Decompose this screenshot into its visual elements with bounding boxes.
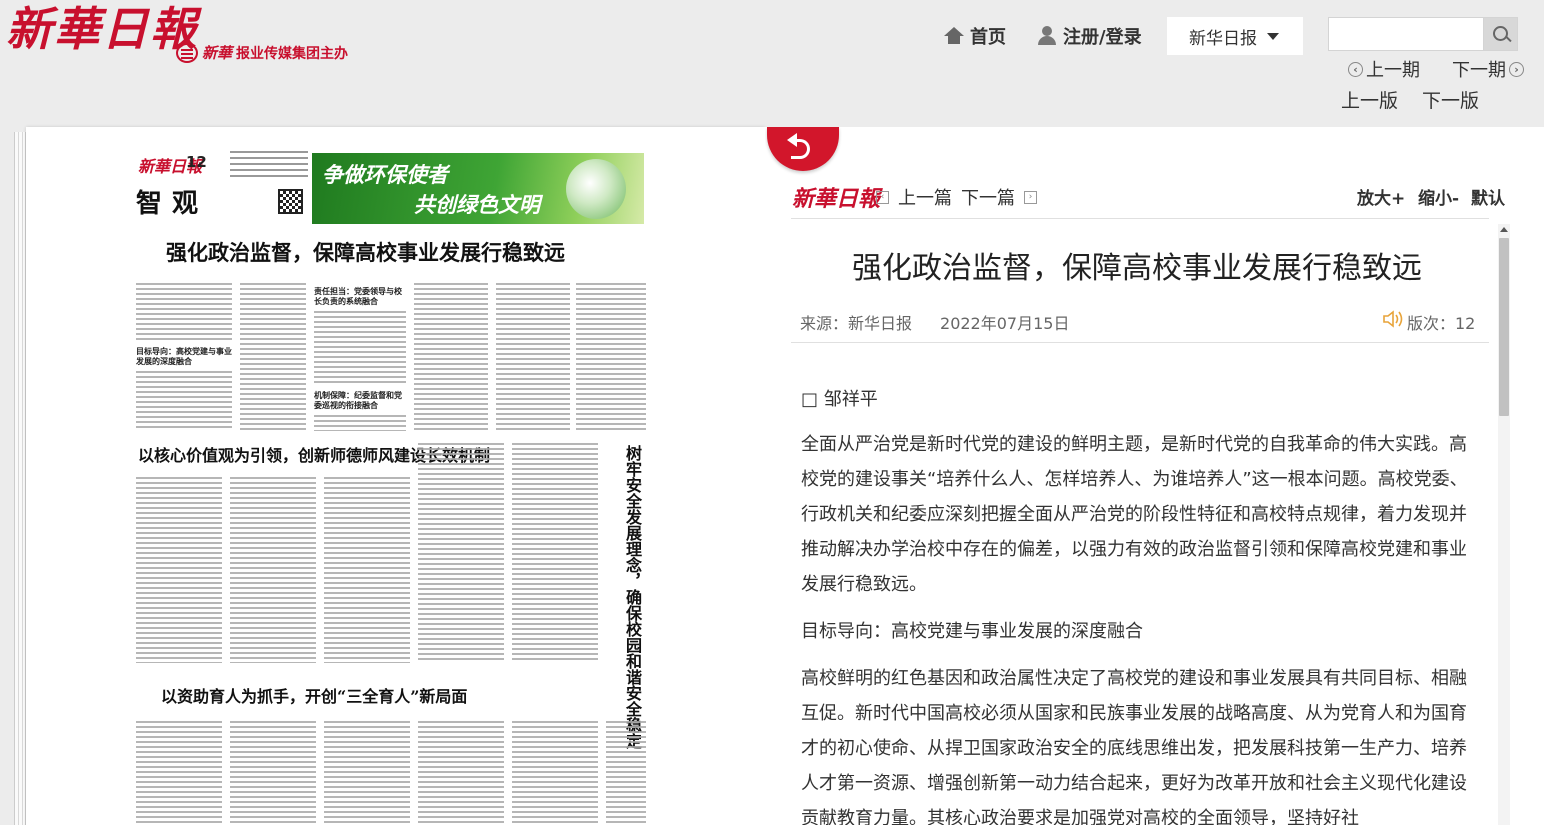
prev-issue-label: 上一期 bbox=[1366, 60, 1420, 81]
next-page-link[interactable]: 下一版 bbox=[1422, 86, 1479, 113]
text-column bbox=[314, 415, 406, 431]
nav-login-label: 注册/登录 bbox=[1063, 27, 1142, 48]
square-arrow-left-icon: ‹ bbox=[876, 190, 889, 204]
text-column bbox=[136, 283, 232, 343]
prev-issue-link[interactable]: ‹ 上一期 bbox=[1348, 56, 1420, 82]
zoom-default-button[interactable]: 默认 bbox=[1471, 184, 1505, 209]
banner-line-1: 争做环保使者 bbox=[322, 163, 448, 187]
nav-home-label: 首页 bbox=[970, 27, 1006, 48]
newspaper-page-image[interactable]: 新華日報 12 智观 争做环保使者 共创绿色文明 强化政治监督，保障高校事业发展… bbox=[26, 127, 765, 825]
group-tagline: 新華 报业传媒集团主办 bbox=[176, 42, 348, 63]
back-arrow-icon[interactable] bbox=[767, 127, 839, 171]
text-column bbox=[576, 283, 646, 431]
search-icon[interactable] bbox=[1483, 17, 1518, 51]
text-column bbox=[240, 283, 306, 431]
article-meta: 来源：新华日报 2022年07月15日 bbox=[800, 310, 1069, 334]
text-column bbox=[324, 477, 410, 663]
article-author: □ 邹祥平 bbox=[801, 389, 878, 410]
divider bbox=[791, 218, 1489, 219]
newspaper-select[interactable]: 新华日报 bbox=[1167, 17, 1303, 55]
prev-article-link[interactable]: 上一篇 bbox=[898, 184, 952, 210]
newspaper-select-value: 新华日报 bbox=[1189, 28, 1257, 49]
paper-page-number: 12 bbox=[186, 153, 207, 171]
qr-code-icon bbox=[278, 189, 303, 214]
speaker-icon[interactable] bbox=[1382, 310, 1404, 328]
chevron-down-icon bbox=[1267, 32, 1279, 40]
scrollbar-thumb[interactable] bbox=[1499, 238, 1509, 416]
article-pager: ‹ 上一篇 下一篇 › bbox=[876, 184, 1037, 210]
paper-subhead-3: 机制保障：纪委监督和党委巡视的衔接融合 bbox=[314, 391, 402, 410]
article-subheading: 目标导向：高校党建与事业发展的深度融合 bbox=[801, 621, 1143, 642]
article-body: □ 邹祥平 全面从严治党是新时代党的建设的鲜明主题，是新时代党的自我革命的伟大实… bbox=[801, 382, 1476, 825]
article-page-number: 版次：12 bbox=[1407, 314, 1476, 333]
zoom-out-button[interactable]: 缩小- bbox=[1418, 184, 1459, 209]
next-issue-link[interactable]: 下一期 › bbox=[1452, 56, 1524, 82]
paper-headline-vertical[interactable]: 树牢安全发展理念，确保校园和谐安全稳定 bbox=[622, 445, 642, 749]
text-column bbox=[414, 283, 488, 431]
globe-icon bbox=[566, 159, 626, 219]
circle-arrow-left-icon: ‹ bbox=[1348, 61, 1363, 77]
article-paragraph: 全面从严治党是新时代党的建设的鲜明主题，是新时代党的自我革命的伟大实践。高校党的… bbox=[801, 434, 1468, 595]
paper-headline-3[interactable]: 以资助育人为抓手，开创“三全育人”新局面 bbox=[161, 683, 467, 707]
article-source: 来源：新华日报 bbox=[800, 314, 913, 333]
paper-meta-lines bbox=[230, 151, 308, 181]
paper-headline-main[interactable]: 强化政治监督，保障高校事业发展行稳致远 bbox=[166, 237, 565, 267]
text-column bbox=[314, 311, 406, 383]
text-column bbox=[324, 721, 410, 825]
article-panel: 新華日報 ‹ 上一篇 下一篇 › 放大+ 缩小- 默认 强化政治监督，保障高校事… bbox=[765, 127, 1544, 825]
home-icon bbox=[944, 27, 964, 45]
nav-home[interactable]: 首页 bbox=[944, 22, 1006, 50]
group-brand: 新華 bbox=[202, 44, 233, 62]
text-column bbox=[230, 721, 316, 825]
zoom-in-button[interactable]: 放大+ bbox=[1357, 184, 1405, 209]
site-logo[interactable]: 新華日報 bbox=[6, 4, 198, 54]
next-article-link[interactable]: 下一篇 bbox=[961, 184, 1015, 210]
nav-login[interactable]: 注册/登录 bbox=[1037, 22, 1142, 50]
text-column bbox=[136, 477, 222, 663]
scroll-up-arrow-icon[interactable] bbox=[1498, 224, 1510, 236]
article-logo: 新華日報 bbox=[792, 186, 881, 212]
square-arrow-right-icon: › bbox=[1024, 190, 1037, 204]
text-column bbox=[496, 283, 570, 431]
next-issue-label: 下一期 bbox=[1452, 60, 1506, 81]
text-column bbox=[418, 721, 504, 825]
search-box bbox=[1328, 17, 1518, 51]
circle-arrow-right-icon: › bbox=[1509, 61, 1524, 77]
text-column bbox=[136, 371, 232, 431]
divider bbox=[791, 342, 1489, 343]
text-column bbox=[606, 721, 646, 825]
article-paragraph: 高校鲜明的红色基因和政治属性决定了高校党的建设和事业发展具有共同目标、相融互促。… bbox=[801, 668, 1467, 825]
text-column bbox=[512, 721, 598, 825]
text-column bbox=[230, 477, 316, 663]
text-column bbox=[418, 443, 504, 663]
text-column bbox=[136, 721, 222, 825]
paper-banner-ad: 争做环保使者 共创绿色文明 bbox=[312, 153, 644, 224]
search-input[interactable] bbox=[1328, 17, 1483, 51]
text-column bbox=[512, 443, 598, 663]
banner-line-2: 共创绿色文明 bbox=[414, 193, 540, 217]
paper-subhead-1: 目标导向：高校党建与事业发展的深度融合 bbox=[136, 347, 232, 366]
article-title: 强化政治监督，保障高校事业发展行稳致远 bbox=[852, 251, 1422, 286]
group-logo-icon bbox=[176, 42, 198, 63]
paper-subhead-2: 责任担当：党委领导与校长负责的系统融合 bbox=[314, 287, 402, 306]
article-scrollbar[interactable] bbox=[1498, 224, 1510, 825]
user-icon bbox=[1037, 26, 1057, 46]
prev-page-link[interactable]: 上一版 bbox=[1341, 86, 1398, 113]
article-date: 2022年07月15日 bbox=[940, 314, 1070, 333]
paper-column-name: 智观 bbox=[136, 189, 209, 219]
page-stack-edge bbox=[14, 132, 26, 825]
group-text: 报业传媒集团主办 bbox=[236, 45, 349, 62]
